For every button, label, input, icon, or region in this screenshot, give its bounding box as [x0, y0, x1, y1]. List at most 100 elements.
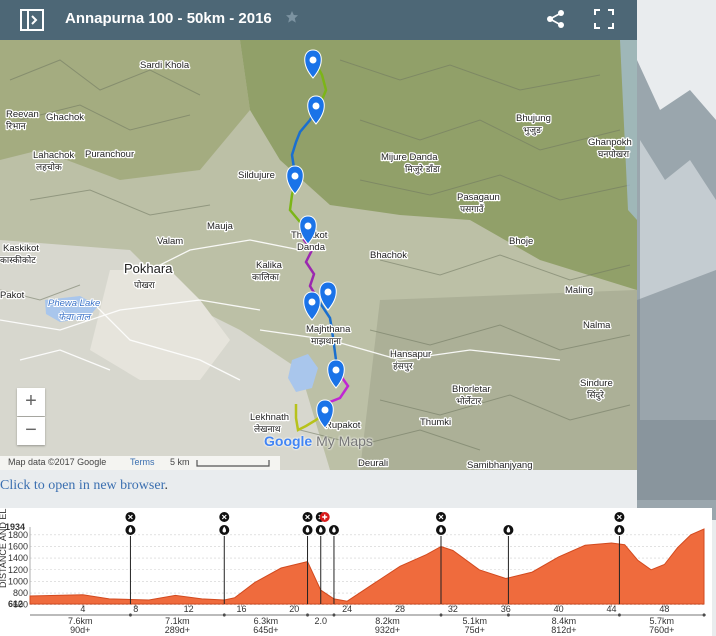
open-link-text[interactable]: Click to open in new browser [0, 478, 164, 493]
x-tick-label: 4 [80, 604, 85, 614]
y-tick-label: 600 [13, 600, 28, 610]
map-embed[interactable]: Annapurna 100 - 50km - 2016 Sardi Khola … [0, 0, 637, 470]
y-tick-labels: 18001600 1400 12001000 800 600 [8, 530, 28, 610]
y-tick-label: 1600 [8, 541, 28, 551]
x-tick-label: 44 [606, 604, 616, 614]
segment-elevation-gain: 90d+ [70, 625, 90, 635]
x-tick-label: 28 [395, 604, 405, 614]
segment-elevation-gain: 760d+ [649, 625, 674, 635]
svg-text:Deurali: Deurali [358, 458, 388, 469]
fullscreen-icon[interactable] [594, 9, 614, 29]
map-data-attribution: Map data ©2017 Google [8, 457, 107, 467]
svg-text:Sardi Khola: Sardi Khola [140, 60, 190, 71]
svg-text:Nalma: Nalma [583, 320, 611, 331]
header-bar: Annapurna 100 - 50km - 2016 [0, 0, 637, 40]
svg-text:Ghachok: Ghachok [46, 112, 84, 123]
segment-elevation-gain: 289d+ [165, 625, 190, 635]
svg-text:Thumki: Thumki [420, 417, 451, 428]
svg-text:Hansapur: Hansapur [390, 349, 431, 360]
y-tick-label: 1400 [8, 553, 28, 563]
x-tick-label: 36 [501, 604, 511, 614]
svg-text:कास्कीकोट: कास्कीकोट [0, 254, 36, 265]
legend-toggle-icon[interactable] [20, 9, 44, 31]
svg-text:Reevan: Reevan [6, 109, 39, 120]
segment-elevation-gain: 932d+ [375, 625, 400, 635]
google-logo-text: Google [264, 433, 313, 449]
svg-text:मिजुरे डाँडा: मिजुरे डाँडा [405, 163, 441, 175]
segment-distance: 2.0 [314, 616, 327, 626]
svg-text:Kaskikot: Kaskikot [3, 243, 39, 254]
svg-text:Danda: Danda [297, 242, 326, 253]
svg-text:Mauja: Mauja [207, 221, 234, 232]
svg-text:Phewa Lake: Phewa Lake [48, 298, 100, 309]
x-tick-label: 20 [289, 604, 299, 614]
star-icon[interactable] [285, 10, 299, 24]
svg-text:Lahachok: Lahachok [33, 150, 74, 161]
x-tick-label: 48 [659, 604, 669, 614]
x-tick-labels: 4 8 12 16 20 24 28 32 36 40 44 48 [80, 604, 669, 614]
y-tick-label: 1200 [8, 565, 28, 575]
svg-text:Majhthana: Majhthana [306, 324, 351, 335]
map-scale-label: 5 km [170, 457, 190, 467]
segment-elevation-gain: 645d+ [253, 625, 278, 635]
svg-text:Kalika: Kalika [256, 260, 283, 271]
y-tick-label: 1000 [8, 576, 28, 586]
svg-text:Bhorletar: Bhorletar [452, 384, 491, 395]
segment-elevation-gain: 75d+ [465, 625, 485, 635]
svg-text:पोखरा: पोखरा [134, 279, 155, 290]
svg-text:घनपोखरा: घनपोखरा [598, 148, 630, 159]
y-tick-label: 1800 [8, 530, 28, 540]
open-link-period: . [164, 478, 168, 493]
x-tick-label: 16 [236, 604, 246, 614]
svg-text:भोर्लेटार: भोर्लेटार [456, 395, 482, 406]
svg-text:Maling: Maling [565, 285, 593, 296]
svg-text:पसगाउँ: पसगाउँ [460, 203, 485, 214]
svg-text:कालिका: कालिका [252, 271, 280, 282]
svg-text:Sindure: Sindure [580, 378, 613, 389]
my-maps-logo-text: My Maps [316, 433, 373, 449]
svg-text:Pokhara: Pokhara [124, 261, 173, 276]
svg-text:लहचोक: लहचोक [36, 161, 63, 172]
y-tick-label: 800 [13, 588, 28, 598]
checkpoint-icons [125, 512, 625, 535]
svg-text:Bhoje: Bhoje [509, 236, 533, 247]
map-title: Annapurna 100 - 50km - 2016 [65, 10, 272, 27]
svg-text:रिभान: रिभान [6, 120, 27, 131]
zoom-in-button[interactable]: + [17, 388, 45, 416]
open-new-browser-link[interactable]: Click to open in new browser. [0, 478, 168, 494]
terrain-map[interactable]: Sardi Khola Reevanरिभान Ghachok Lahachok… [0, 40, 637, 470]
map-scale-bar [196, 460, 270, 467]
segment-elevation-gain: 812d+ [551, 625, 576, 635]
x-tick-label: 12 [184, 604, 194, 614]
svg-text:Samibhanjyang: Samibhanjyang [467, 460, 533, 470]
svg-text:Bhachok: Bhachok [370, 250, 407, 261]
segment-labels: 7.6km90d+7.1km289d+6.3km645d+2.0 8.2km932… [68, 613, 706, 635]
svg-text:Puranchour: Puranchour [85, 149, 134, 160]
svg-text:Pakot: Pakot [0, 290, 25, 301]
elevation-profile-chart: 1934 612 DISTANCE AND ELEVATION 18001600… [0, 508, 712, 636]
svg-text:सिंदुरे: सिंदुरे [587, 389, 604, 401]
zoom-out-button[interactable]: − [17, 417, 45, 445]
svg-text:Lekhnath: Lekhnath [250, 412, 289, 423]
svg-text:Bhujung: Bhujung [516, 113, 551, 124]
x-tick-label: 40 [554, 604, 564, 614]
x-tick-label: 8 [133, 604, 138, 614]
elevation-profile-svg: 1934 612 DISTANCE AND ELEVATION 18001600… [0, 508, 706, 635]
svg-text:Sildujure: Sildujure [238, 170, 275, 181]
svg-text:Mijure Danda: Mijure Danda [381, 152, 438, 163]
map-attribution-bar: Map data ©2017 Google Terms 5 km [0, 456, 280, 470]
svg-text:हंसपुर: हंसपुर [393, 361, 413, 372]
svg-text:भुजुङ: भुजुङ [523, 125, 542, 136]
x-tick-label: 32 [448, 604, 458, 614]
x-tick-label: 24 [342, 604, 352, 614]
share-icon[interactable] [546, 9, 566, 29]
svg-text:Ghanpokh: Ghanpokh [588, 137, 632, 148]
svg-text:माझथाना: माझथाना [311, 336, 342, 346]
svg-text:Pasagaun: Pasagaun [457, 192, 500, 203]
google-my-maps-logo: Google My Maps [264, 433, 373, 449]
svg-text:Valam: Valam [157, 236, 183, 247]
svg-text:फेवा ताल: फेवा ताल [58, 311, 93, 323]
svg-text:Rupakot: Rupakot [325, 420, 361, 431]
y-axis-label: DISTANCE AND ELEVATION [0, 508, 8, 588]
terms-link[interactable]: Terms [130, 457, 155, 467]
